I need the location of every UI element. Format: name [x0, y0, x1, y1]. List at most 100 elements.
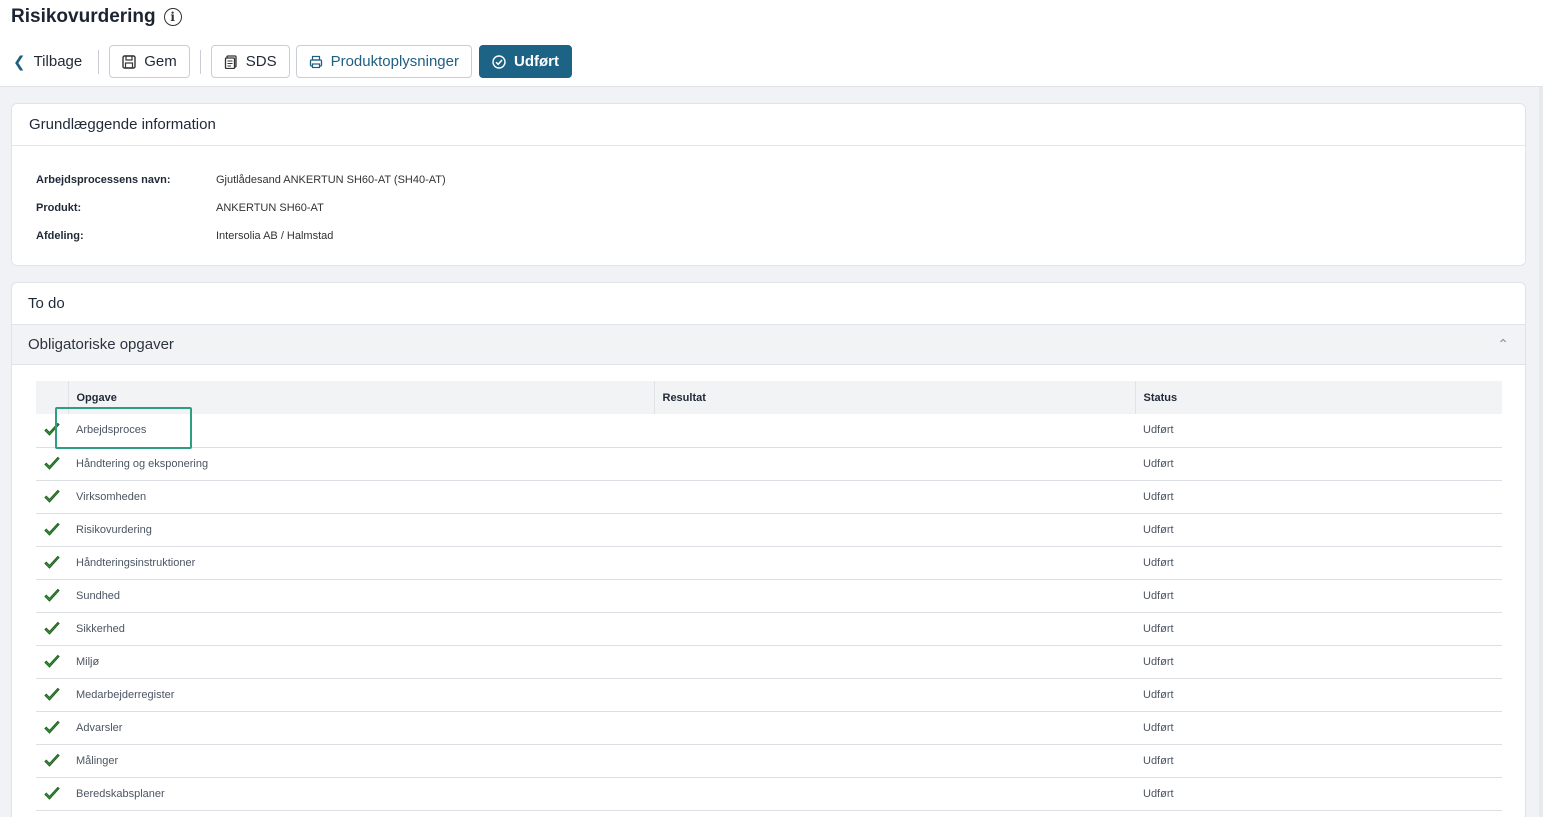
back-label: Tilbage — [33, 53, 83, 70]
checkmark-icon — [44, 489, 60, 503]
table-header-row: Opgave Resultat Status — [36, 381, 1502, 414]
check-cell — [36, 612, 68, 646]
task-cell[interactable]: Målinger — [68, 744, 654, 778]
task-cell[interactable]: Håndteringsinstruktioner — [68, 546, 654, 580]
status-cell: Udført — [1135, 711, 1502, 745]
toolbar-divider — [98, 49, 100, 74]
table-row[interactable]: Sikkerhed Udført — [36, 612, 1502, 646]
toolbar-divider — [199, 49, 201, 74]
task-cell[interactable]: Advarsler — [68, 711, 654, 745]
task-cell[interactable]: Håndtering og eksponering — [68, 447, 654, 481]
checkmark-icon — [44, 423, 60, 436]
info-row-process: Arbejdsprocessens navn: Gjutlådesand ANK… — [36, 166, 1501, 194]
check-cell — [36, 744, 68, 778]
check-cell — [36, 447, 68, 481]
status-cell: Udført — [1135, 546, 1502, 580]
header-status[interactable]: Status — [1135, 381, 1502, 414]
result-cell — [654, 744, 1135, 778]
info-icon[interactable]: i — [163, 8, 182, 26]
tasks-table-body: Arbejdsproces Udført Håndtering og ekspone… — [36, 414, 1502, 811]
status-cell: Udført — [1135, 777, 1502, 811]
task-cell[interactable]: Beredskabsplaner — [68, 777, 654, 811]
checkmark-icon — [44, 588, 60, 602]
table-row[interactable]: Målinger Udført — [36, 744, 1502, 778]
checkmark-icon — [44, 522, 60, 536]
back-button[interactable]: ❮ Tilbage — [11, 45, 88, 78]
product-info-button[interactable]: Produktoplysninger — [295, 45, 472, 78]
basic-info-rows: Arbejdsprocessens navn: Gjutlådesand ANK… — [12, 146, 1525, 270]
result-cell — [654, 414, 1135, 448]
status-cell: Udført — [1135, 414, 1502, 448]
product-info-label: Produktoplysninger — [330, 53, 459, 70]
chevron-up-icon[interactable]: ⌃ — [1497, 336, 1509, 353]
check-cell — [36, 711, 68, 745]
basic-info-title: Grundlæggende information — [12, 104, 1525, 146]
result-cell — [654, 711, 1135, 745]
checkmark-icon — [44, 621, 60, 635]
result-cell — [654, 777, 1135, 811]
done-button[interactable]: Udført — [479, 45, 572, 78]
done-label: Udført — [514, 53, 559, 70]
status-cell: Udført — [1135, 579, 1502, 613]
checkmark-icon — [44, 654, 60, 668]
task-cell[interactable]: Medarbejderregister — [68, 678, 654, 712]
top-bar: Risikovurdering i ❮ Tilbage Gem SDS Prod… — [0, 0, 1543, 87]
table-row[interactable]: Miljø Udført — [36, 645, 1502, 679]
checkmark-icon — [44, 687, 60, 701]
task-cell[interactable]: Miljø — [68, 645, 654, 679]
info-value: Gjutlådesand ANKERTUN SH60-AT (SH40-AT) — [216, 174, 446, 186]
page-title-wrap: Risikovurdering i — [11, 6, 182, 28]
info-value: Intersolia AB / Halmstad — [216, 230, 334, 242]
todo-card: To do Obligatoriske opgaver ⌃ Opgave Res… — [11, 282, 1526, 817]
info-row-product: Produkt: ANKERTUN SH60-AT — [36, 194, 1501, 222]
todo-title: To do — [28, 295, 65, 312]
check-cell — [36, 777, 68, 811]
info-row-department: Afdeling: Intersolia AB / Halmstad — [36, 222, 1501, 250]
table-row[interactable]: Sundhed Udført — [36, 579, 1502, 613]
sds-button[interactable]: SDS — [210, 45, 290, 78]
check-circle-icon — [492, 54, 506, 69]
save-button[interactable]: Gem — [109, 45, 190, 78]
checkmark-icon — [44, 456, 60, 470]
result-cell — [654, 612, 1135, 646]
status-cell: Udført — [1135, 513, 1502, 547]
toolbar: ❮ Tilbage Gem SDS Produktoplysninger Udf… — [11, 45, 572, 78]
result-cell — [654, 678, 1135, 712]
checkmark-icon — [44, 786, 60, 800]
tasks-table: Opgave Resultat Status Arbejdsproces Udfø… — [36, 381, 1502, 811]
task-cell[interactable]: Risikovurdering — [68, 513, 654, 547]
printer-icon — [309, 55, 322, 68]
info-value: ANKERTUN SH60-AT — [216, 202, 324, 214]
table-row[interactable]: Advarsler Udført — [36, 711, 1502, 745]
mandatory-tasks-accordion[interactable]: Obligatoriske opgaver ⌃ — [12, 324, 1525, 365]
header-task[interactable]: Opgave — [68, 381, 655, 414]
table-row[interactable]: Virksomheden Udført — [36, 480, 1502, 514]
save-label: Gem — [144, 53, 177, 70]
status-cell: Udført — [1135, 480, 1502, 514]
info-label: Produkt: — [36, 202, 82, 214]
document-icon — [224, 54, 237, 69]
task-cell[interactable]: Virksomheden — [68, 480, 654, 514]
header-result[interactable]: Resultat — [654, 381, 1136, 414]
chevron-left-icon: ❮ — [13, 53, 26, 71]
result-cell — [654, 513, 1135, 547]
table-row[interactable]: Håndteringsinstruktioner Udført — [36, 546, 1502, 580]
status-cell: Udført — [1135, 678, 1502, 712]
table-row[interactable]: Beredskabsplaner Udført — [36, 777, 1502, 811]
sds-label: SDS — [245, 53, 277, 70]
check-cell — [36, 678, 68, 712]
status-cell: Udført — [1135, 645, 1502, 679]
task-cell[interactable]: Sundhed — [68, 579, 654, 613]
task-cell[interactable]: Arbejdsproces — [68, 414, 654, 448]
scrollbar[interactable] — [1539, 87, 1543, 817]
result-cell — [654, 546, 1135, 580]
check-cell — [36, 645, 68, 679]
table-row[interactable]: Risikovurdering Udført — [36, 513, 1502, 547]
result-cell — [654, 447, 1135, 481]
table-row[interactable]: Arbejdsproces Udført — [36, 414, 1502, 448]
task-cell[interactable]: Sikkerhed — [68, 612, 654, 646]
table-row[interactable]: Medarbejderregister Udført — [36, 678, 1502, 712]
table-row[interactable]: Håndtering og eksponering Udført — [36, 447, 1502, 481]
tasks-table-wrap: Opgave Resultat Status Arbejdsproces Udfø… — [36, 381, 1502, 811]
check-cell — [36, 480, 68, 514]
